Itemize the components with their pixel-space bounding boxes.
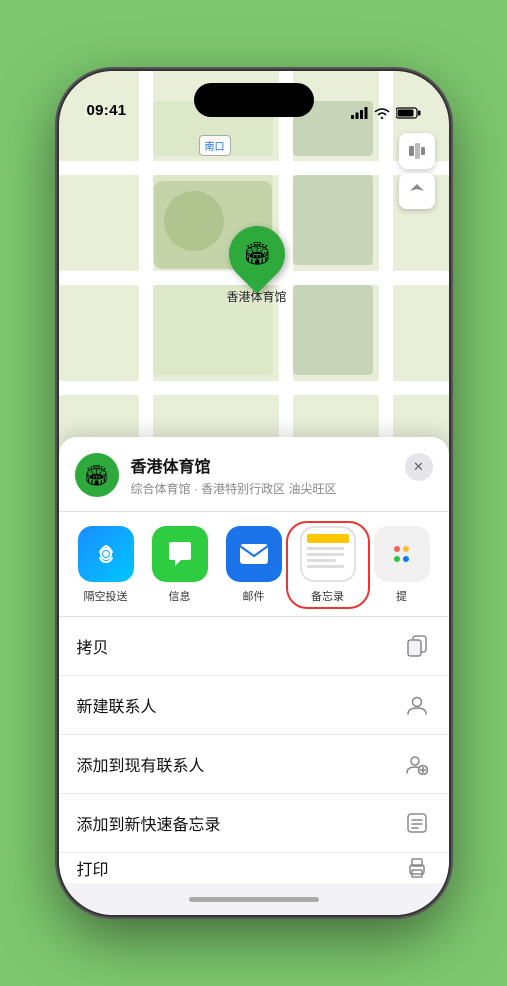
status-time: 09:41 — [87, 102, 127, 119]
status-icons — [351, 107, 421, 119]
location-pin: 🏟 香港体育馆 — [227, 226, 287, 305]
close-button[interactable]: ✕ — [405, 453, 433, 481]
dynamic-island — [194, 83, 314, 117]
messages-label: 信息 — [169, 588, 191, 604]
quick-note-icon — [403, 809, 431, 837]
map-type-button[interactable] — [399, 133, 435, 169]
share-apps-row: 隔空投送 信息 — [59, 512, 449, 617]
bottom-sheet: 🏟 香港体育馆 综合体育馆 · 香港特别行政区 油尖旺区 ✕ — [59, 437, 449, 915]
quick-note-svg — [406, 812, 428, 834]
phone-screen: 09:41 — [59, 71, 449, 915]
print-svg — [406, 857, 428, 879]
mail-label: 邮件 — [243, 588, 265, 604]
battery-icon — [396, 107, 421, 119]
airdrop-label: 隔空投送 — [84, 588, 128, 604]
mail-svg — [239, 543, 269, 565]
messages-svg — [165, 540, 195, 568]
airdrop-svg — [92, 540, 120, 568]
app-mail[interactable]: 邮件 — [217, 526, 291, 604]
action-quick-note[interactable]: 添加到新快速备忘录 — [59, 794, 449, 853]
venue-subtitle: 综合体育馆 · 香港特别行政区 油尖旺区 — [131, 480, 393, 497]
map-label-south-entrance: 南口 — [199, 135, 231, 156]
more-label: 提 — [396, 588, 407, 604]
new-contact-icon — [403, 691, 431, 719]
action-quick-note-label: 添加到新快速备忘录 — [77, 811, 221, 835]
action-list: 拷贝 新建联系人 — [59, 617, 449, 883]
action-copy-label: 拷贝 — [77, 634, 109, 658]
phone-frame: 09:41 — [59, 71, 449, 915]
action-add-existing-label: 添加到现有联系人 — [77, 752, 205, 776]
print-icon — [403, 854, 431, 882]
add-existing-icon — [403, 750, 431, 778]
wifi-icon — [374, 107, 390, 119]
action-new-contact[interactable]: 新建联系人 — [59, 676, 449, 735]
location-button[interactable] — [399, 173, 435, 209]
action-print[interactable]: 打印 — [59, 853, 449, 883]
airdrop-icon — [78, 526, 134, 582]
more-dots-icon — [374, 526, 430, 582]
home-indicator — [59, 883, 449, 915]
venue-stadium-icon: 🏟 — [84, 463, 109, 488]
app-more[interactable]: 提 — [365, 526, 439, 604]
messages-icon — [152, 526, 208, 582]
app-messages[interactable]: 信息 — [143, 526, 217, 604]
action-copy[interactable]: 拷贝 — [59, 617, 449, 676]
notes-label: 备忘录 — [311, 588, 344, 604]
action-new-contact-label: 新建联系人 — [77, 693, 157, 717]
action-add-existing[interactable]: 添加到现有联系人 — [59, 735, 449, 794]
map-type-icon — [408, 142, 426, 160]
app-notes[interactable]: 备忘录 — [291, 526, 365, 604]
location-arrow-icon — [408, 182, 426, 200]
venue-name: 香港体育馆 — [131, 453, 393, 477]
notes-icon — [300, 526, 356, 582]
copy-icon — [403, 632, 431, 660]
action-print-label: 打印 — [77, 856, 109, 880]
mail-icon — [226, 526, 282, 582]
apps-scroll: 隔空投送 信息 — [59, 526, 449, 604]
map-controls — [399, 133, 435, 209]
home-bar — [189, 897, 319, 902]
add-existing-svg — [406, 753, 428, 775]
new-contact-svg — [406, 694, 428, 716]
venue-text: 香港体育馆 综合体育馆 · 香港特别行政区 油尖旺区 — [131, 453, 393, 497]
map-area: 南口 🏟 香港体育馆 — [59, 71, 449, 491]
pin-stadium-icon: 🏟 — [243, 241, 271, 267]
signal-icon — [351, 107, 368, 119]
venue-header: 🏟 香港体育馆 综合体育馆 · 香港特别行政区 油尖旺区 ✕ — [59, 437, 449, 512]
app-airdrop[interactable]: 隔空投送 — [69, 526, 143, 604]
venue-icon: 🏟 — [75, 453, 119, 497]
pin-circle: 🏟 — [217, 214, 296, 293]
copy-svg — [406, 635, 428, 657]
